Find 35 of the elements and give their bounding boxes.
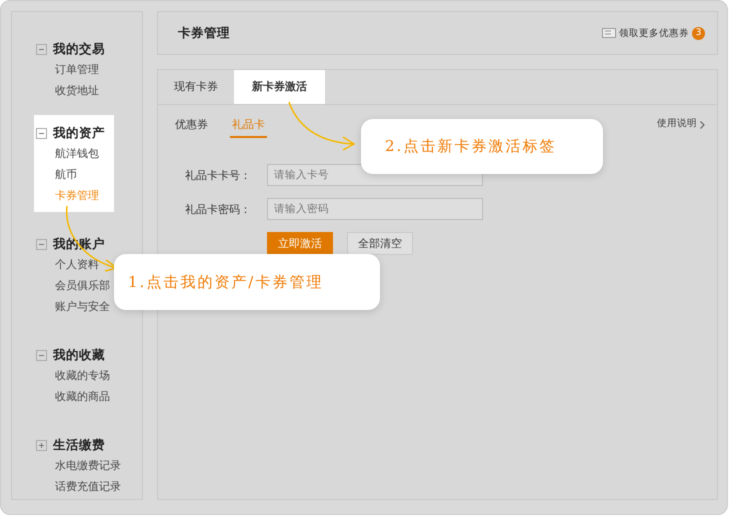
page-title: 卡券管理 (178, 24, 230, 42)
sidebar-item[interactable]: 水电缴费记录 (55, 455, 121, 476)
help-link[interactable]: 使用说明 (657, 117, 697, 130)
ticket-icon (602, 28, 616, 38)
coupon-link[interactable]: 领取更多优惠券 (619, 26, 689, 40)
sidebar-item[interactable]: 收货地址 (55, 80, 99, 101)
sidebar-item[interactable]: 航币 (55, 164, 77, 185)
minus-icon[interactable] (36, 238, 47, 250)
sidebar-item[interactable]: 收藏的商品 (55, 386, 110, 407)
group-title: 我的交易 (53, 40, 105, 58)
field-label: 礼品卡密码： (185, 202, 252, 216)
sidebar-item[interactable]: 航洋钱包 (55, 143, 99, 164)
group-title: 我的收藏 (53, 346, 105, 364)
group-title: 生活缴费 (53, 436, 105, 454)
field-label: 礼品卡卡号： (185, 168, 252, 182)
sidebar-item[interactable]: 会员俱乐部 (55, 275, 110, 296)
count-badge: 3 (692, 26, 705, 40)
minus-icon[interactable] (36, 44, 47, 54)
minus-icon[interactable] (36, 350, 47, 360)
callout-tooltip: 1.点击我的资产/卡券管理 (114, 254, 380, 310)
input-field[interactable]: 请输入密码 (267, 198, 483, 220)
clear-button[interactable]: 全部清空 (347, 232, 413, 255)
chevron-right-icon (700, 121, 705, 129)
callout-tooltip: 2.点击新卡券激活标签 (361, 119, 603, 174)
sidebar-item[interactable]: 账户与安全 (55, 296, 110, 317)
sidebar-item[interactable]: 订单管理 (55, 59, 99, 80)
sub-tab[interactable]: 优惠券 (173, 117, 210, 136)
sidebar-item[interactable]: 收藏的专场 (55, 365, 110, 386)
plus-icon[interactable] (36, 440, 47, 450)
sidebar-item[interactable]: 话费充值记录 (55, 476, 121, 497)
group-title: 我的资产 (53, 124, 105, 142)
tab[interactable]: 新卡券激活 (234, 70, 325, 104)
minus-icon[interactable] (36, 128, 47, 138)
sidebar-item[interactable]: 个人资料 (55, 254, 99, 275)
tab[interactable]: 现有卡券 (158, 70, 234, 104)
